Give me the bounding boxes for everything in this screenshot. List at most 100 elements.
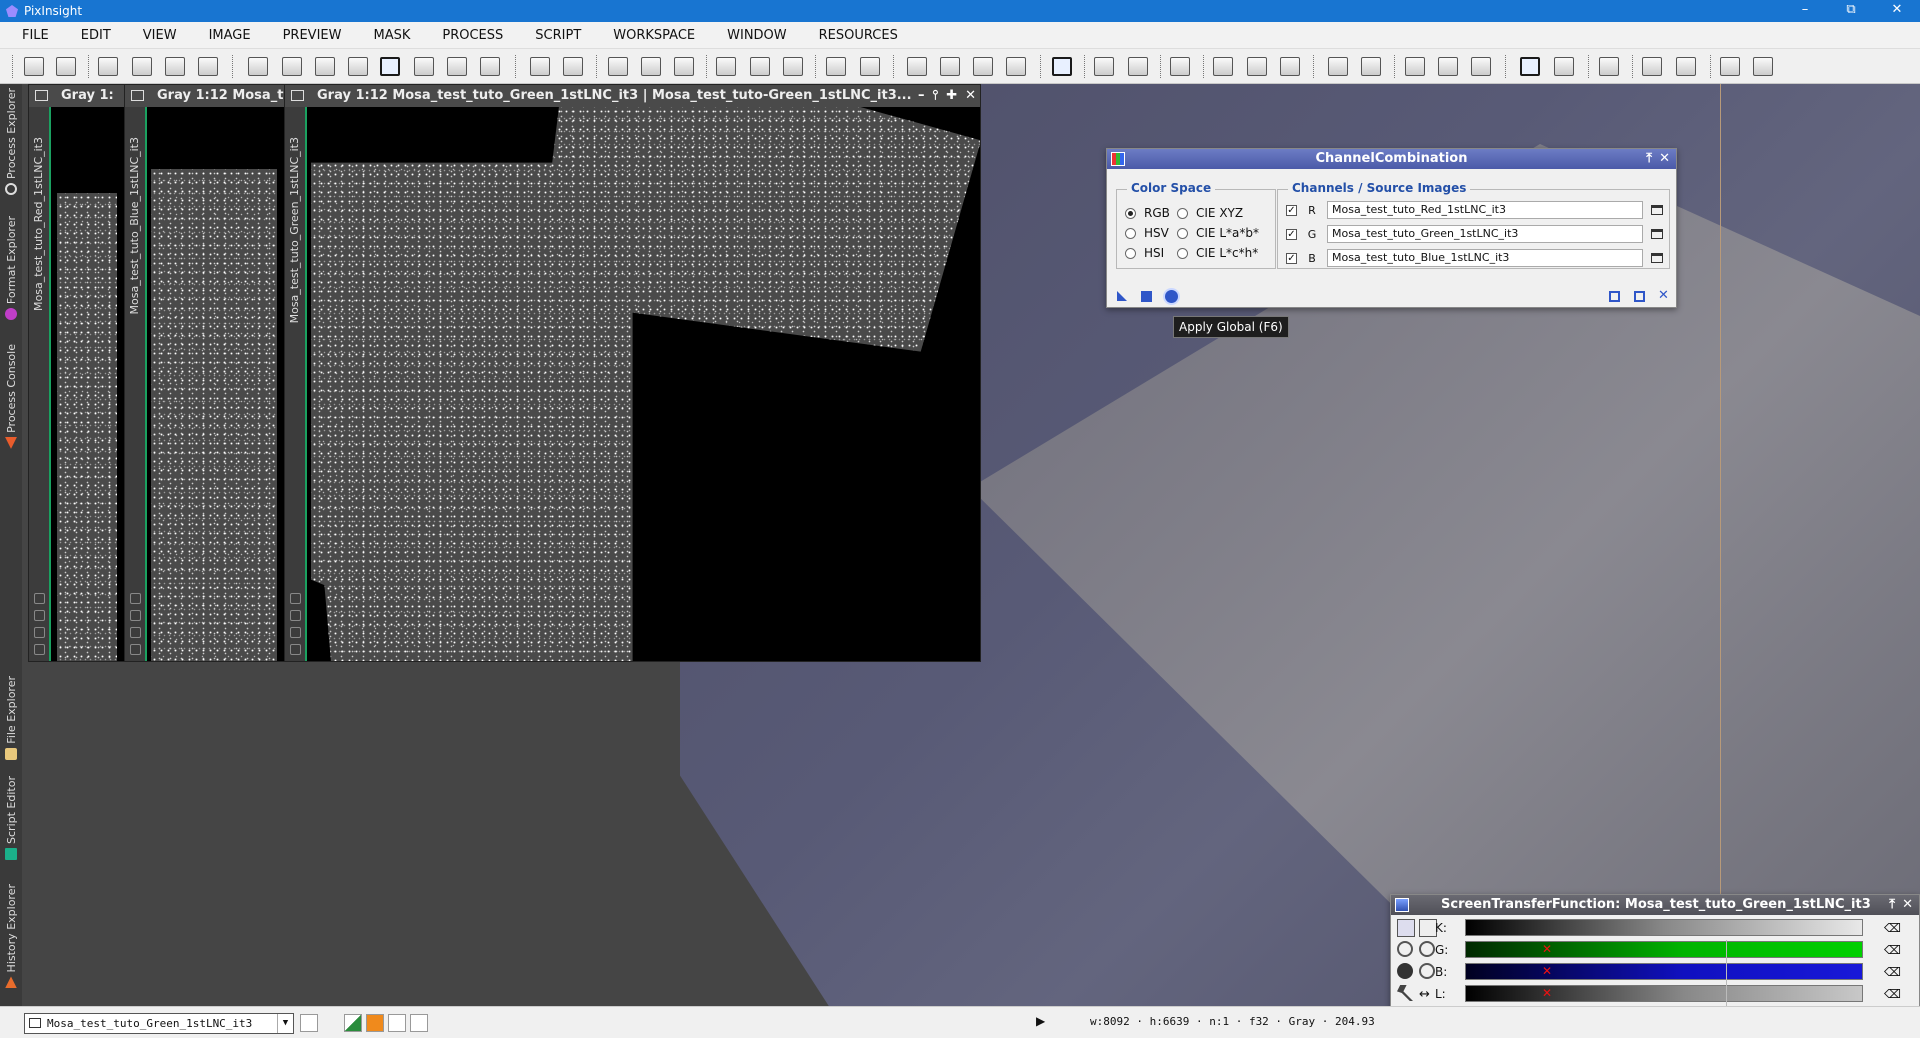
image-canvas[interactable]: [309, 107, 980, 661]
maximize-view-button[interactable]: ✚: [946, 85, 957, 107]
stf-auto-icon[interactable]: [1438, 57, 1458, 76]
strip-tool-icon[interactable]: [290, 644, 301, 655]
reset-b-icon[interactable]: ⌫: [1884, 965, 1901, 979]
radio-indicator[interactable]: [1177, 227, 1188, 239]
tab-format-explorer[interactable]: Format Explorer: [0, 216, 22, 321]
compare-icon[interactable]: [1006, 57, 1026, 76]
zoom-in-icon[interactable]: [530, 57, 550, 76]
window-frame-icon[interactable]: [783, 57, 803, 76]
redo-icon[interactable]: [56, 57, 76, 76]
track-view-icon[interactable]: [1634, 291, 1645, 302]
shade-dialog-icon[interactable]: ⤒: [1889, 895, 1895, 915]
play-icon[interactable]: ▶: [1036, 1014, 1045, 1028]
channel-g-source-input[interactable]: Mosa_test_tuto_Green_1stLNC_it3: [1327, 225, 1643, 243]
center-mode-icon[interactable]: [380, 57, 400, 76]
radio-hsi[interactable]: HSI: [1125, 246, 1164, 260]
mask-color-icon[interactable]: [1280, 57, 1300, 76]
zoom-mode-icon[interactable]: [282, 57, 302, 76]
menu-mask[interactable]: MASK: [357, 28, 426, 43]
strip-tool-icon[interactable]: [290, 627, 301, 638]
open-icon[interactable]: [132, 57, 152, 76]
menu-resources[interactable]: RESOURCES: [803, 28, 914, 43]
tab-script-editor[interactable]: Script Editor: [0, 776, 22, 860]
save-icon[interactable]: [165, 57, 185, 76]
reset-k-icon[interactable]: ⌫: [1884, 921, 1901, 935]
stf-slider-g[interactable]: ✕: [1465, 940, 1863, 962]
view-options-button[interactable]: [300, 1014, 318, 1032]
channel-b-source-input[interactable]: Mosa_test_tuto_Blue_1stLNC_it3: [1327, 249, 1643, 267]
monitor-icon[interactable]: [1720, 57, 1740, 76]
zoom-fit-icon[interactable]: [674, 57, 694, 76]
strip-tool-icon[interactable]: [34, 627, 45, 638]
bg-color-button[interactable]: [344, 1014, 362, 1032]
midtones-marker[interactable]: [1726, 940, 1727, 962]
menu-script[interactable]: SCRIPT: [519, 28, 597, 43]
strip-tool-icon[interactable]: [130, 627, 141, 638]
minimize-button[interactable]: –: [1782, 0, 1828, 22]
mask-show-icon[interactable]: [1170, 57, 1190, 76]
minimize-view-button[interactable]: –: [918, 85, 925, 107]
close-view-button[interactable]: ✕: [965, 85, 976, 107]
tab-file-explorer[interactable]: File Explorer: [0, 676, 22, 760]
edit-preview-icon[interactable]: [447, 57, 467, 76]
fg-color-button[interactable]: [366, 1014, 384, 1032]
export-icon[interactable]: [1599, 57, 1619, 76]
history-icon[interactable]: [973, 57, 993, 76]
zoom-out-icon[interactable]: [563, 57, 583, 76]
select-view-icon[interactable]: [1651, 253, 1663, 263]
readout-mode-icon[interactable]: [248, 57, 268, 76]
zoom-1-1-icon[interactable]: [608, 57, 628, 76]
browse-docs-icon[interactable]: [1609, 291, 1620, 302]
close-dialog-icon[interactable]: ✕: [1902, 895, 1913, 915]
menu-view[interactable]: VIEW: [127, 28, 193, 43]
select-view-icon[interactable]: [1651, 229, 1663, 239]
select-view-icon[interactable]: [1651, 205, 1663, 215]
channel-r-checkbox[interactable]: ✓: [1286, 204, 1297, 216]
gamut-check-icon[interactable]: [1676, 57, 1696, 76]
menu-edit[interactable]: EDIT: [65, 28, 127, 43]
tab-process-explorer[interactable]: Process Explorer: [0, 88, 22, 196]
strip-tool-icon[interactable]: [290, 593, 301, 604]
swatch-button[interactable]: [388, 1014, 406, 1032]
zoom-1-2-icon[interactable]: [641, 57, 661, 76]
color-manage-icon[interactable]: [1642, 57, 1662, 76]
menu-preview[interactable]: PREVIEW: [267, 28, 358, 43]
stf-reset-icon[interactable]: [1471, 57, 1491, 76]
menu-file[interactable]: FILE: [6, 28, 65, 43]
radio-indicator[interactable]: [1177, 247, 1188, 259]
pan-mode-icon[interactable]: [315, 57, 335, 76]
strip-tool-icon[interactable]: [130, 644, 141, 655]
reset-g-icon[interactable]: ⌫: [1884, 943, 1901, 957]
strip-tool-icon[interactable]: [290, 610, 301, 621]
stf-slider-b[interactable]: ✕: [1465, 962, 1863, 984]
layout-close-icon[interactable]: [1361, 57, 1381, 76]
image-window-green[interactable]: Gray 1:12 Mosa_test_tuto_Green_1stLNC_it…: [284, 84, 981, 662]
radio-indicator[interactable]: [1125, 247, 1136, 259]
close-dialog-icon[interactable]: ✕: [1659, 149, 1670, 169]
screen-display-icon[interactable]: [1520, 57, 1540, 76]
channel-b-checkbox[interactable]: ✓: [1286, 252, 1297, 264]
save-as-icon[interactable]: [198, 57, 218, 76]
reset-icon[interactable]: ✕: [1658, 288, 1669, 303]
stf-slider-l[interactable]: ✕: [1465, 984, 1863, 1006]
zoom-focus-icon[interactable]: [1052, 57, 1072, 76]
apply-global-icon[interactable]: [1165, 290, 1178, 303]
maximize-view-icon[interactable]: [826, 57, 846, 76]
fit-window-icon[interactable]: [716, 57, 736, 76]
layout-icon[interactable]: [1328, 57, 1348, 76]
mask-invert-icon[interactable]: [1213, 57, 1233, 76]
monitor-settings-icon[interactable]: [1753, 57, 1773, 76]
undo-icon[interactable]: [24, 57, 44, 76]
tab-process-console[interactable]: Process Console: [0, 344, 22, 449]
new-preview-icon[interactable]: [907, 57, 927, 76]
radio-indicator[interactable]: [1177, 207, 1188, 219]
strip-tool-icon[interactable]: [34, 644, 45, 655]
chevron-down-icon[interactable]: ▼: [277, 1014, 293, 1033]
radio-hsv[interactable]: HSV: [1125, 226, 1169, 240]
close-app-button[interactable]: ✕: [1874, 0, 1920, 22]
preview-mode-icon[interactable]: [414, 57, 434, 76]
new-image-icon[interactable]: [98, 57, 118, 76]
channel-combination-dialog[interactable]: ChannelCombination ⤒ ✕ Color Space RGB C…: [1106, 148, 1677, 308]
radio-cie-lab[interactable]: CIE L*a*b*: [1177, 226, 1259, 240]
process-icon[interactable]: [940, 57, 960, 76]
